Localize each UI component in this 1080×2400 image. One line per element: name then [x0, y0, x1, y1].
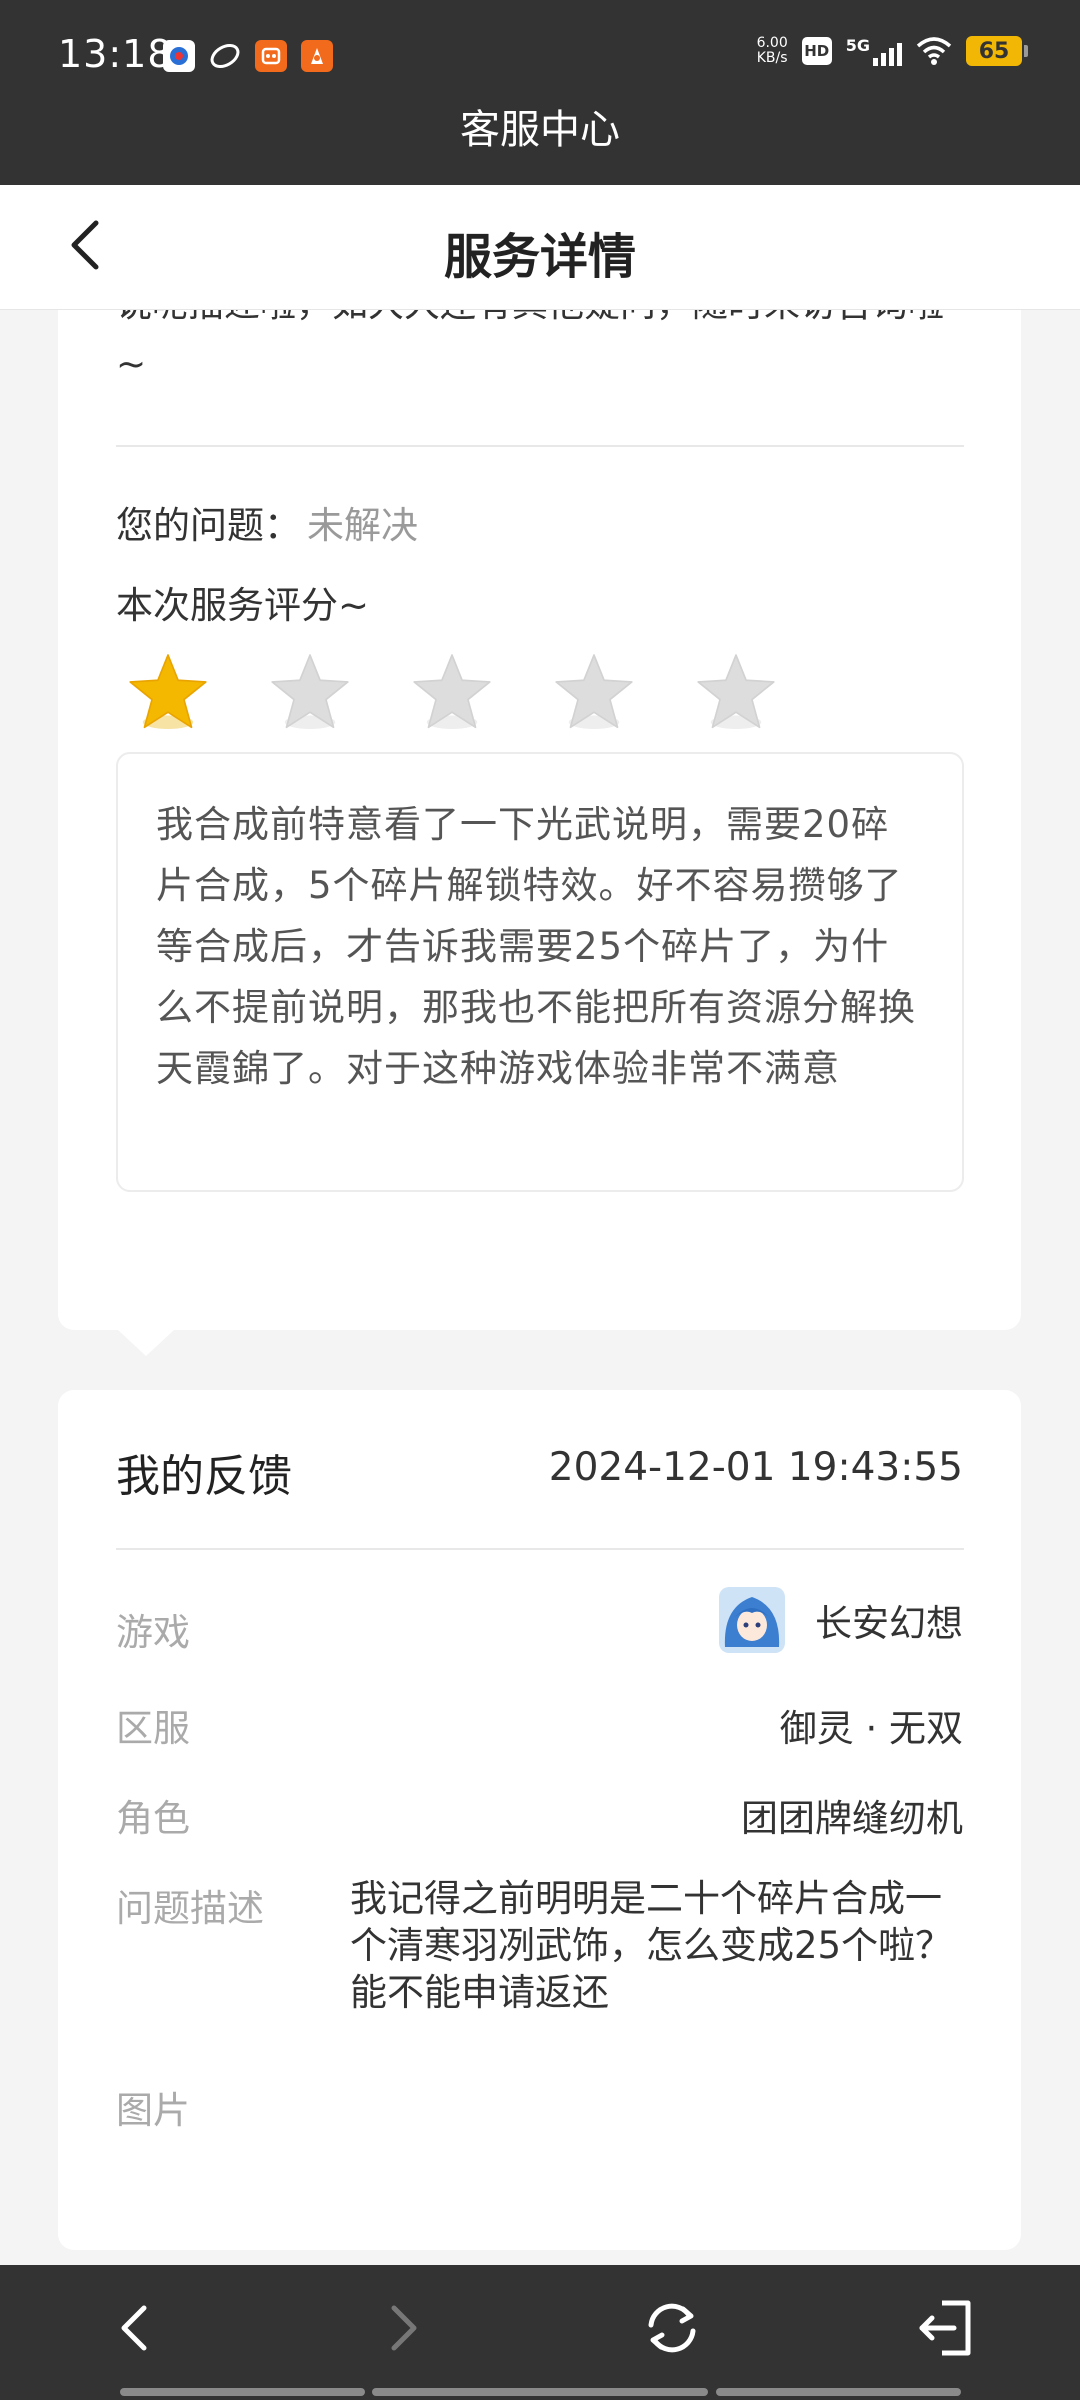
- signal-icon: 5G: [846, 36, 902, 66]
- app-notification-icon: [255, 40, 287, 72]
- question-status: 未解决: [307, 504, 418, 547]
- bottom-toolbar: [0, 2265, 1080, 2400]
- app-notification-icon: [163, 40, 195, 72]
- app-header-title: 客服中心: [0, 110, 1080, 185]
- refresh-button[interactable]: [637, 2293, 707, 2363]
- tab-indicator: [372, 2388, 708, 2396]
- scroll-content[interactable]: 说呢描述啦，如大大还有其他疑问，随时来访咨询啦~ 您的问题：未解决 本次服务评分…: [0, 310, 1080, 2265]
- star-empty-icon[interactable]: [410, 650, 494, 734]
- game-avatar: [719, 1587, 785, 1653]
- question-label: 您的问题：: [116, 504, 301, 547]
- service-reply-text: 说呢描述啦，如大大还有其他疑问，随时来访咨询啦~: [116, 310, 944, 385]
- browser-back-button[interactable]: [100, 2293, 170, 2363]
- navbar: 服务详情: [0, 185, 1080, 310]
- rating-label: 本次服务评分~: [116, 584, 370, 627]
- images-label: 图片: [116, 2089, 190, 2132]
- status-indicators: 6.00 KB/s HD 5G 65: [757, 36, 1028, 66]
- feedback-time: 2024-12-01 19:43:55: [548, 1445, 963, 1490]
- network-speed-value: 6.00: [756, 35, 788, 51]
- exit-icon: [919, 2300, 971, 2356]
- network-speed-unit: KB/s: [756, 50, 788, 66]
- divider: [116, 445, 964, 447]
- game-value-row: 长安幻想: [719, 1587, 963, 1653]
- tab-indicator: [716, 2388, 961, 2396]
- network-speed: 6.00 KB/s: [757, 36, 788, 66]
- star-empty-icon[interactable]: [268, 650, 352, 734]
- description-label: 问题描述: [116, 1887, 264, 1930]
- status-time: 13:18: [58, 32, 173, 76]
- star-empty-icon[interactable]: [552, 650, 636, 734]
- role-value: 团团牌缝纫机: [741, 1797, 963, 1840]
- service-card: 说呢描述啦，如大大还有其他疑问，随时来访咨询啦~ 您的问题：未解决 本次服务评分…: [58, 310, 1021, 1356]
- server-value: 御灵 · 无双: [779, 1707, 963, 1750]
- wifi-icon: [916, 37, 952, 65]
- exit-button[interactable]: [910, 2293, 980, 2363]
- role-label: 角色: [116, 1797, 190, 1840]
- app-notification-icon: [301, 40, 333, 72]
- game-value: 长安幻想: [815, 1602, 963, 1645]
- game-label: 游戏: [116, 1611, 190, 1654]
- hd-icon: HD: [801, 37, 832, 65]
- star-rating[interactable]: [126, 650, 778, 734]
- star-empty-icon[interactable]: [694, 650, 778, 734]
- divider: [116, 1548, 964, 1550]
- page-title: 服务详情: [443, 229, 636, 285]
- arrow-left-icon: [121, 2305, 147, 2351]
- question-status-row: 您的问题： 未解决: [116, 495, 418, 549]
- feedback-title: 我的反馈: [116, 1451, 292, 1502]
- description-value: 我记得之前明明是二十个碎片合成一个清寒羽冽武饰，怎么变成25个啦？能不能申请返还: [350, 1877, 953, 2014]
- refresh-icon: [648, 2303, 696, 2353]
- app-notification-icon: [209, 40, 241, 72]
- tab-indicator: [120, 2388, 365, 2396]
- notification-icons: [163, 40, 333, 72]
- feedback-card: 我的反馈 2024-12-01 19:43:55 游戏 长安幻想 区服 御灵 ·…: [58, 1390, 1021, 2250]
- browser-forward-button[interactable]: [368, 2293, 438, 2363]
- star-filled-icon[interactable]: [126, 650, 210, 734]
- battery-icon: 65: [966, 36, 1028, 66]
- server-label: 区服: [116, 1707, 190, 1750]
- arrow-right-icon: [391, 2305, 417, 2351]
- rating-comment: 我合成前特意看了一下光武说明，需要20碎片合成，5个碎片解锁特效。好不容易攒够了…: [116, 752, 964, 1192]
- signal-label: 5G: [845, 36, 870, 55]
- status-bar: 13:18 6.00 KB/s HD 5G 65: [0, 0, 1080, 112]
